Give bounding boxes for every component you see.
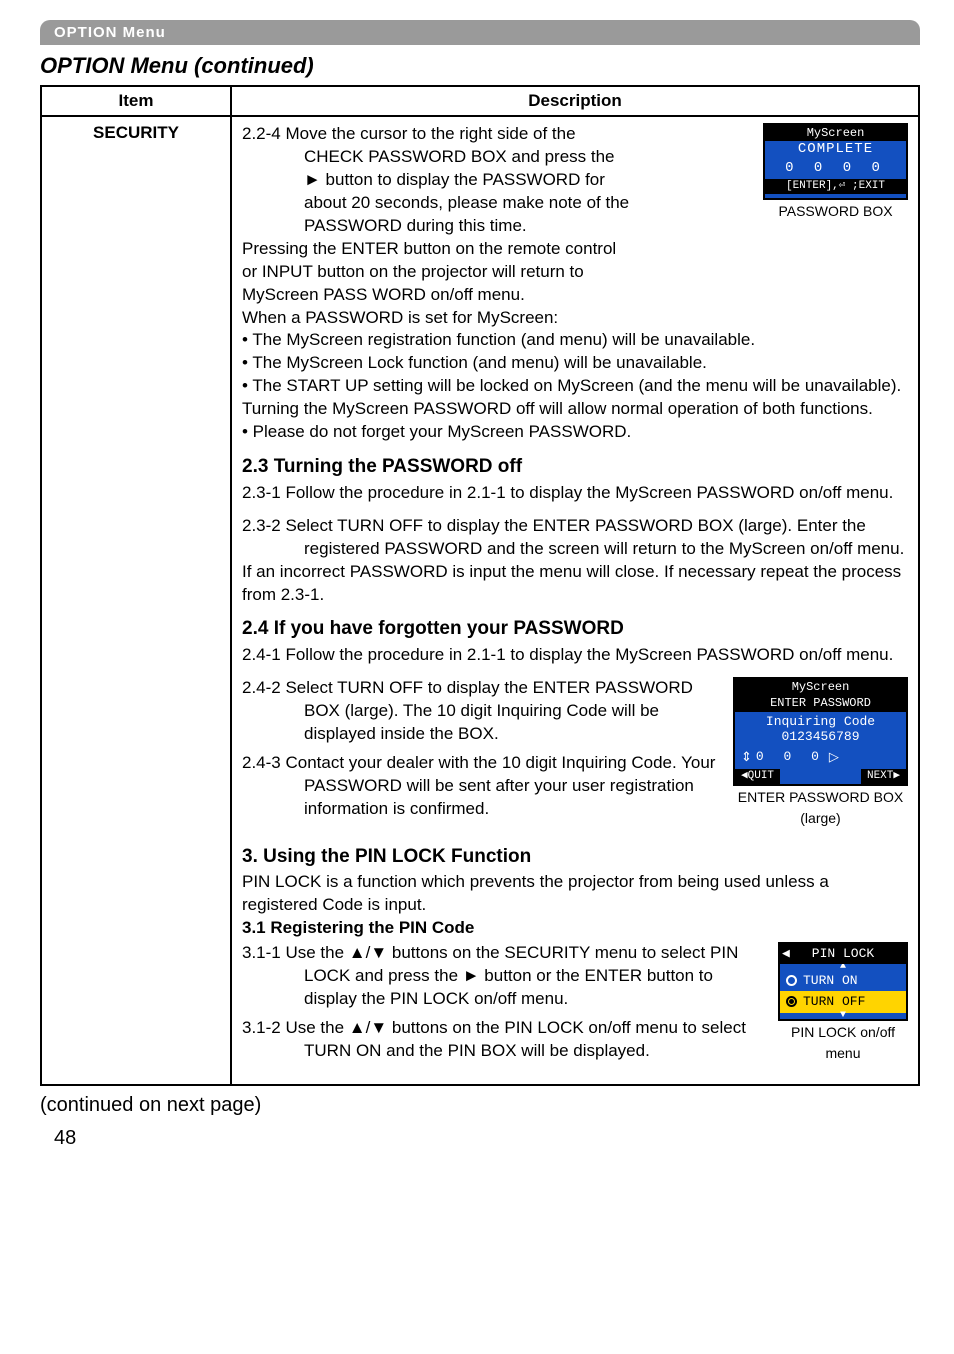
item-security: SECURITY <box>41 116 231 1085</box>
password-box: MyScreen COMPLETE 0 0 0 0 [ENTER],⏎ ;EXI… <box>763 123 908 200</box>
step-224-when: When a PASSWORD is set for MyScreen: <box>242 307 908 330</box>
menu-tab: OPTION Menu <box>40 20 920 45</box>
enter-password-figure: MyScreen ENTER PASSWORD Inquiring Code 0… <box>733 677 908 828</box>
option-table: Item Description SECURITY MyScreen COMPL… <box>40 85 920 1086</box>
step-224-b2: • The MyScreen Lock function (and menu) … <box>242 352 908 375</box>
step-231: 2.3-1 Follow the procedure in 2.1-1 to d… <box>242 482 908 505</box>
pwbox-digits: 0 0 0 0 <box>765 158 906 179</box>
step-241: 2.4-1 Follow the procedure in 2.1-1 to d… <box>242 644 908 667</box>
epbox-hdr2: ENTER PASSWORD <box>735 695 906 711</box>
pwbox-caption: PASSWORD BOX <box>763 202 908 221</box>
left-triangle-icon: ◀ <box>782 945 790 963</box>
plbox-caption1: PIN LOCK on/off <box>778 1023 908 1042</box>
continued-note: (continued on next page) <box>40 1094 914 1117</box>
pwbox-complete: COMPLETE <box>765 141 906 158</box>
plbox-turn-on: TURN ON <box>780 970 906 992</box>
heading-24: 2.4 If you have forgotten your PASSWORD <box>242 616 908 642</box>
updown-icon: ⇕ <box>741 749 752 765</box>
heading-3: 3. Using the PIN LOCK Function <box>242 844 908 870</box>
epbox-caption2: (large) <box>733 809 908 828</box>
pin-lock-box: ◀ PIN LOCK ▲ TURN ON TURN OFF ▼ <box>778 942 908 1021</box>
radio-off-icon <box>786 975 797 986</box>
plbox-on-label: TURN ON <box>803 972 858 990</box>
sec3-intro: PIN LOCK is a function which prevents th… <box>242 871 908 917</box>
epbox-slot: 0 0 0 <box>756 749 825 765</box>
col-desc-header: Description <box>231 86 919 116</box>
description-cell: MyScreen COMPLETE 0 0 0 0 [ENTER],⏎ ;EXI… <box>231 116 919 1085</box>
page-title: OPTION Menu (continued) <box>40 53 914 79</box>
plbox-caption2: menu <box>778 1044 908 1063</box>
step-224-p2: or INPUT button on the projector will re… <box>242 261 908 284</box>
heading-23: 2.3 Turning the PASSWORD off <box>242 454 908 480</box>
right-arrow-icon: ▷ <box>829 749 839 765</box>
step-232a: 2.3-2 Select TURN OFF to display the ENT… <box>242 515 908 561</box>
step-224-p1: Pressing the ENTER button on the remote … <box>242 238 908 261</box>
epbox-caption1: ENTER PASSWORD BOX <box>733 788 908 807</box>
epbox-hdr1: MyScreen <box>735 679 906 695</box>
epbox-code: 0123456789 <box>741 729 900 745</box>
step-224-b3: • The START UP setting will be locked on… <box>242 375 908 398</box>
plbox-off-label: TURN OFF <box>803 993 865 1011</box>
step-224-t1: Turning the MyScreen PASSWORD off will a… <box>242 398 908 421</box>
step-224-p3: MyScreen PASS WORD on/off menu. <box>242 284 908 307</box>
radio-on-icon <box>786 996 797 1007</box>
pwbox-header: MyScreen <box>765 125 906 141</box>
page-number: 48 <box>54 1127 914 1150</box>
col-item-header: Item <box>41 86 231 116</box>
epbox-next: NEXT▶ <box>861 769 906 784</box>
step-224-b1: • The MyScreen registration function (an… <box>242 329 908 352</box>
pin-lock-figure: ◀ PIN LOCK ▲ TURN ON TURN OFF ▼ <box>778 942 908 1062</box>
epbox-quit: ◀QUIT <box>735 769 780 784</box>
step-232b: If an incorrect PASSWORD is input the me… <box>242 561 908 607</box>
password-box-figure: MyScreen COMPLETE 0 0 0 0 [ENTER],⏎ ;EXI… <box>763 123 908 221</box>
enter-password-box: MyScreen ENTER PASSWORD Inquiring Code 0… <box>733 677 908 786</box>
epbox-inq: Inquiring Code <box>741 714 900 730</box>
down-arrow-icon: ▼ <box>780 1013 906 1019</box>
heading-31: 3.1 Registering the PIN Code <box>242 917 908 940</box>
plbox-title: PIN LOCK <box>812 946 874 961</box>
pwbox-exit: [ENTER],⏎ ;EXIT <box>765 179 906 194</box>
step-224-t2: • Please do not forget your MyScreen PAS… <box>242 421 908 444</box>
plbox-header: ◀ PIN LOCK <box>780 944 906 964</box>
